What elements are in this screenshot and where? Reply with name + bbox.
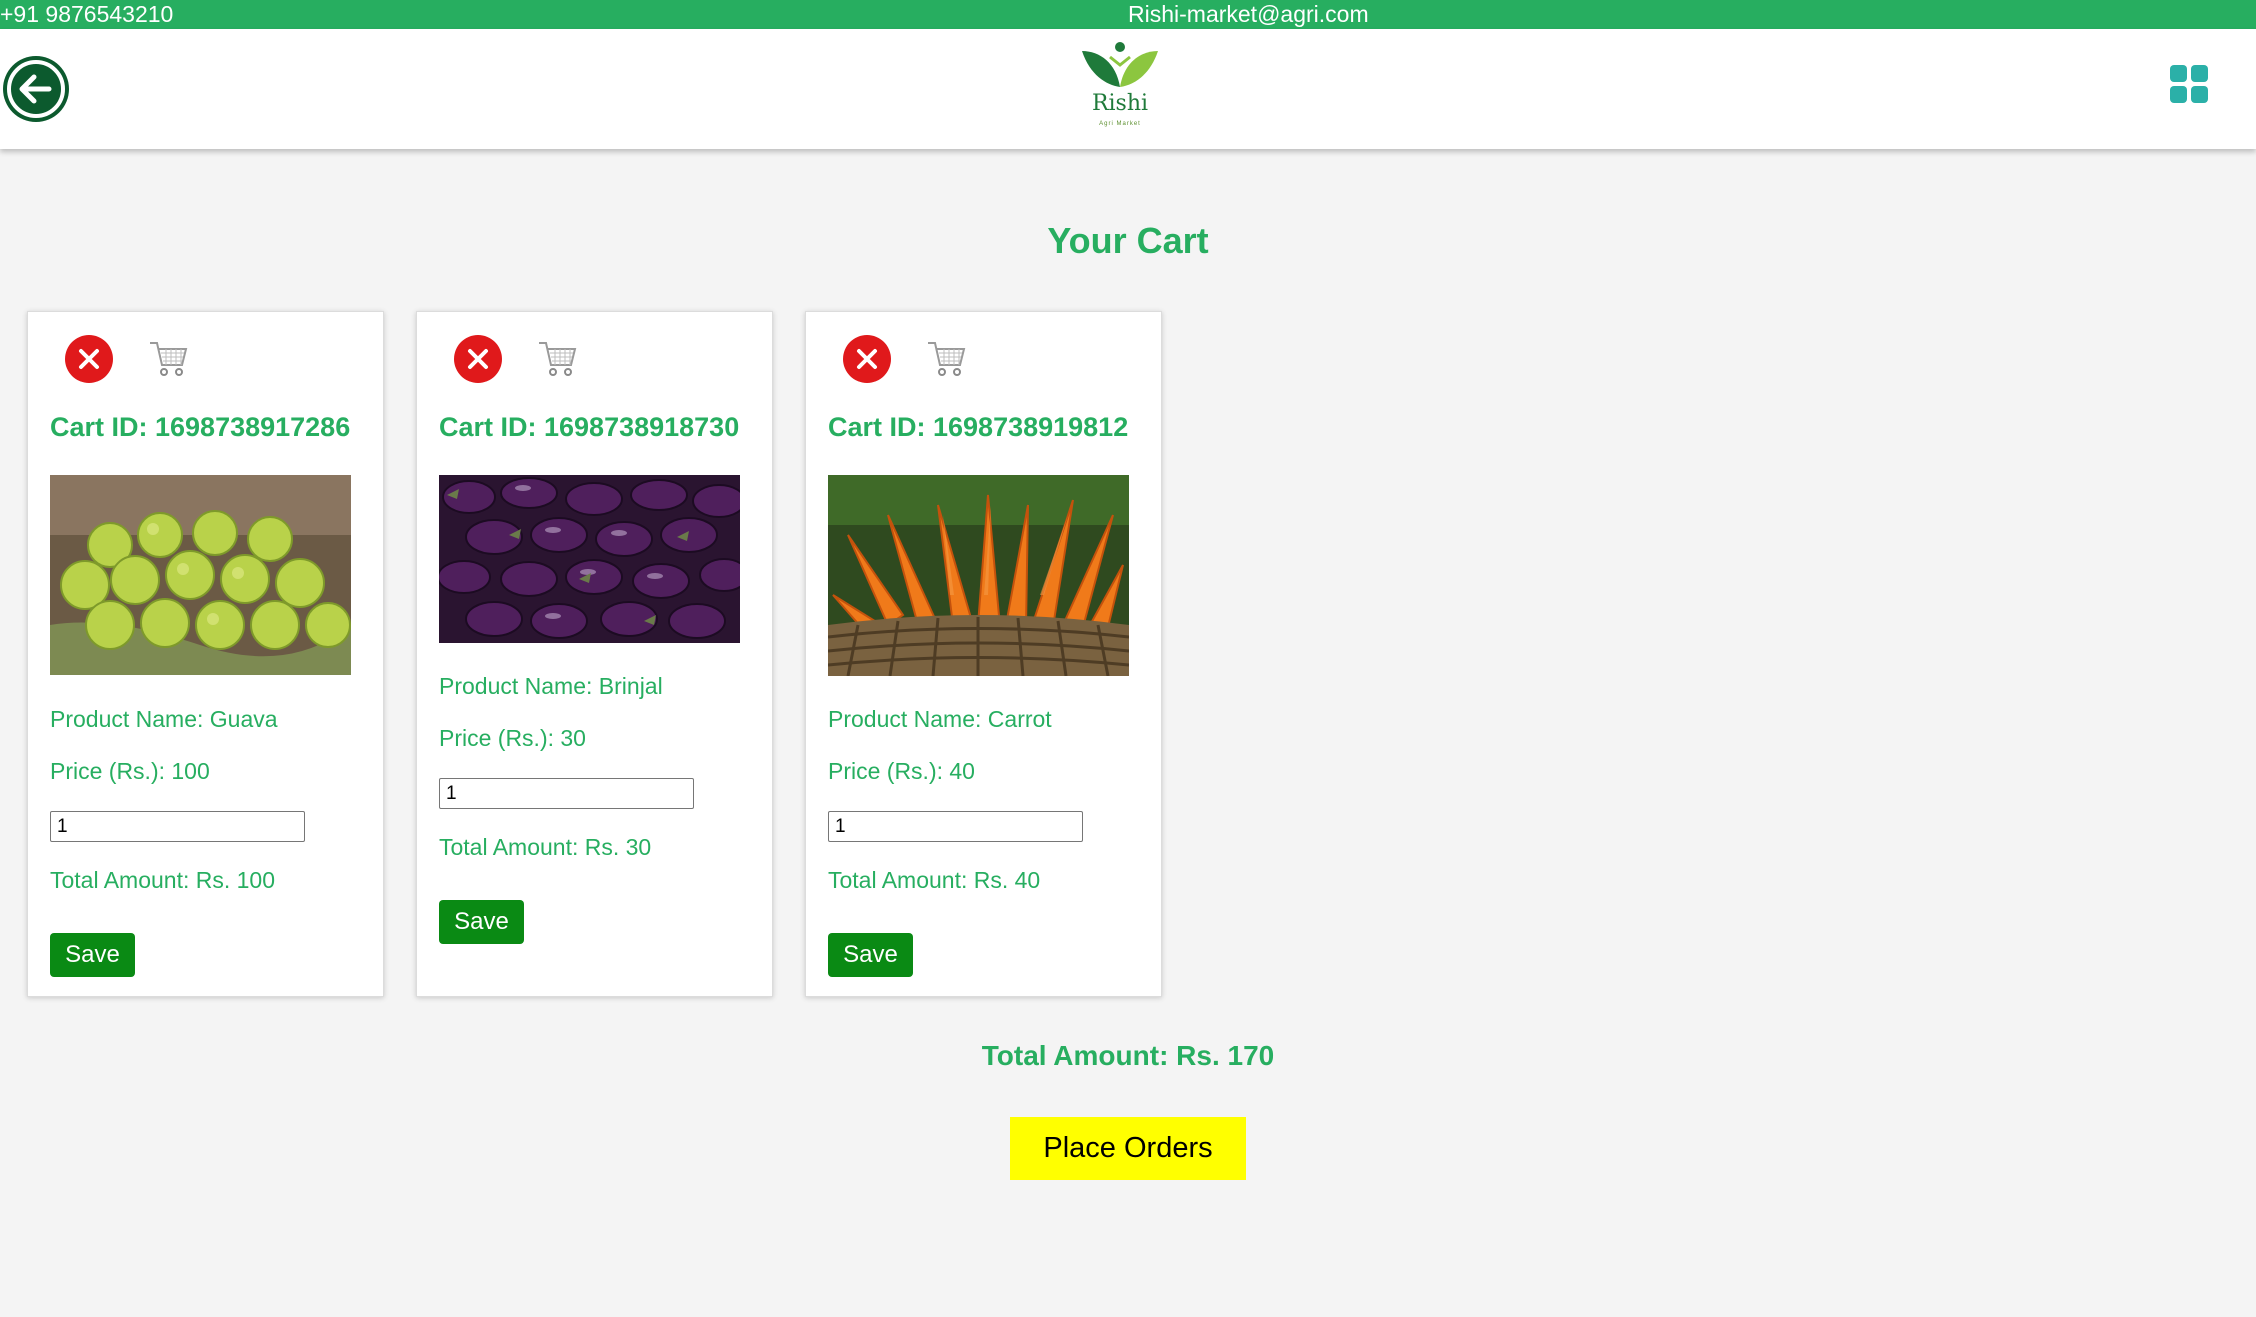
remove-item-button[interactable] <box>65 335 113 383</box>
item-total-amount: Total Amount: Rs. 30 <box>439 834 652 860</box>
cart-id: Cart ID: 1698738917286 <box>50 412 351 442</box>
quantity-input[interactable] <box>50 811 305 842</box>
carrot-photo <box>828 475 1129 676</box>
site-logo[interactable]: Rishi Agri Market <box>1076 37 1164 137</box>
product-name: Product Name: Carrot <box>828 706 1052 732</box>
product-name: Product Name: Brinjal <box>439 673 663 699</box>
save-button[interactable]: Save <box>50 933 135 977</box>
grid-menu-icon <box>2191 65 2208 82</box>
cart-grand-total: Total Amount: Rs. 170 <box>981 1040 1275 1071</box>
quantity-input[interactable] <box>828 811 1083 842</box>
cart-item-card: Cart ID: 1698738917286 Product Name: Gua… <box>27 311 384 997</box>
close-icon <box>468 349 488 369</box>
contact-bar: +91 9876543210 Rishi-market@agri.com <box>0 0 2256 29</box>
grid-menu-icon <box>2191 86 2208 103</box>
grid-menu-icon <box>2170 65 2187 82</box>
quantity-input[interactable] <box>439 778 694 809</box>
contact-phone: +91 9876543210 <box>0 1 174 27</box>
remove-item-button[interactable] <box>843 335 891 383</box>
leaf-logo-icon <box>1082 42 1158 87</box>
product-price: Price (Rs.): 30 <box>439 725 586 751</box>
cart-icon <box>148 337 190 379</box>
cart-id: Cart ID: 1698738918730 <box>439 412 740 442</box>
guava-photo <box>50 475 351 675</box>
grid-menu-button[interactable] <box>2170 65 2208 103</box>
close-icon <box>857 349 877 369</box>
contact-email: Rishi-market@agri.com <box>1128 1 1369 27</box>
remove-item-button[interactable] <box>454 335 502 383</box>
back-button[interactable] <box>3 56 69 122</box>
cart-icon <box>926 337 968 379</box>
brinjal-photo <box>439 475 740 643</box>
cart-icon <box>537 337 579 379</box>
site-header: Rishi Agri Market <box>0 29 2256 149</box>
close-icon <box>79 349 99 369</box>
place-orders-button[interactable]: Place Orders <box>1010 1117 1246 1180</box>
product-price: Price (Rs.): 100 <box>50 758 210 784</box>
page-title: Your Cart <box>1047 220 1209 261</box>
save-button[interactable]: Save <box>828 933 913 977</box>
cart-item-card: Cart ID: 1698738918730 Product Name: Bri… <box>416 311 773 997</box>
logo-tagline: Agri Market <box>1099 121 1141 127</box>
save-button[interactable]: Save <box>439 900 524 944</box>
cart-item-card: Cart ID: 1698738919812 Product Name: Car… <box>805 311 1162 997</box>
item-total-amount: Total Amount: Rs. 40 <box>828 867 1041 893</box>
logo-wordmark: Rishi <box>1091 91 1149 116</box>
cart-id: Cart ID: 1698738919812 <box>828 412 1129 442</box>
grid-menu-icon <box>2170 86 2187 103</box>
arrow-left-circle-icon <box>7 60 65 118</box>
product-price: Price (Rs.): 40 <box>828 758 975 784</box>
product-name: Product Name: Guava <box>50 706 278 732</box>
item-total-amount: Total Amount: Rs. 100 <box>50 867 276 893</box>
